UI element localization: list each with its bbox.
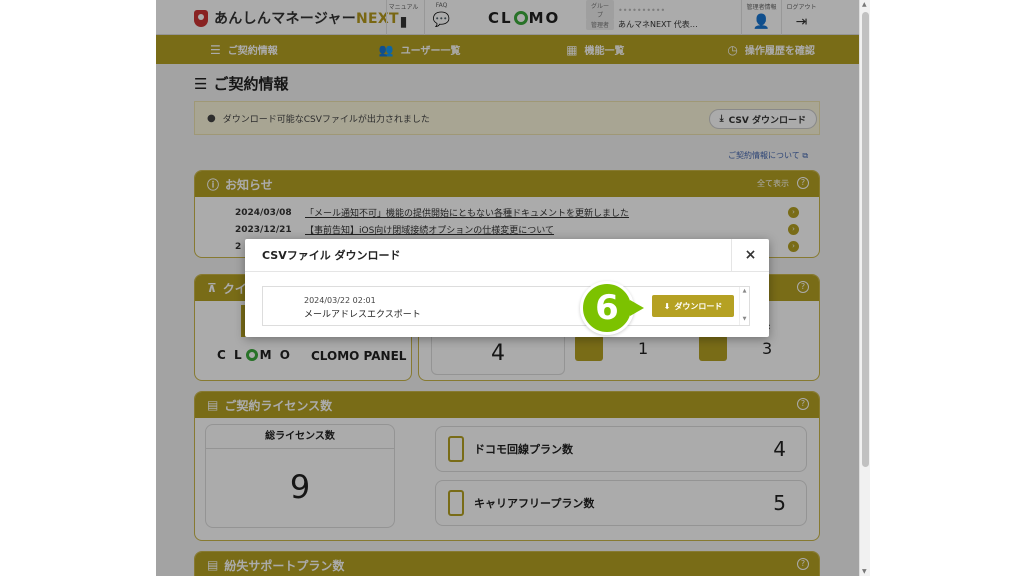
scroll-down-icon[interactable]: ▼ bbox=[862, 568, 867, 575]
scroll-up-icon[interactable]: ▲ bbox=[862, 1, 867, 8]
download-button-label: ダウンロード bbox=[674, 301, 723, 311]
file-list: 2024/03/22 02:01 メールアドレスエクスポート ⬇ ダウンロード … bbox=[262, 286, 750, 326]
close-icon[interactable]: × bbox=[731, 239, 769, 272]
file-date: 2024/03/22 02:01 bbox=[304, 296, 376, 305]
scroll-down-icon[interactable]: ▼ bbox=[740, 316, 749, 322]
modal-title: CSVファイル ダウンロード bbox=[262, 249, 401, 262]
page-scrollbar[interactable]: ▲ ▼ bbox=[859, 0, 870, 576]
download-arrow-icon: ⬇ bbox=[663, 301, 671, 311]
csv-download-modal: CSVファイル ダウンロード × 2024/03/22 02:01 メールアドレ… bbox=[245, 239, 769, 337]
step-pointer-icon bbox=[630, 300, 644, 316]
download-button[interactable]: ⬇ ダウンロード bbox=[652, 295, 734, 317]
scroll-thumb[interactable] bbox=[862, 12, 869, 467]
file-name: メールアドレスエクスポート bbox=[304, 310, 421, 320]
modal-header: CSVファイル ダウンロード × bbox=[245, 239, 769, 272]
scroll-up-icon[interactable]: ▲ bbox=[740, 288, 749, 294]
step-number-badge: 6 bbox=[580, 281, 634, 335]
file-list-scrollbar[interactable]: ▲ ▼ bbox=[739, 287, 749, 325]
